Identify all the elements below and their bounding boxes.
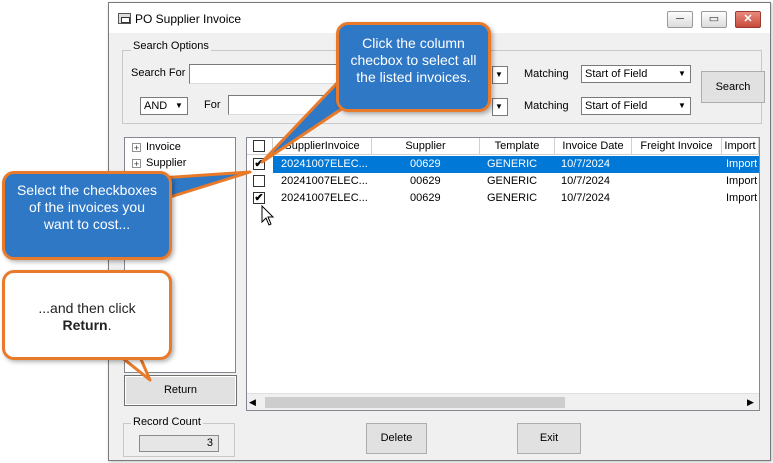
callout-select-checkboxes: Select the checkboxes of the invoices yo…	[2, 171, 172, 260]
callout-column-checkbox: Click the column checbox to select all t…	[336, 22, 491, 112]
callout-return-bold: Return	[62, 317, 108, 333]
callout-return-period: .	[107, 317, 112, 333]
callout-return: ...and then click Return.	[2, 270, 172, 360]
callout-column-checkbox-text: Click the column checbox to select all t…	[350, 35, 477, 85]
pointer-select-checkboxes	[158, 170, 252, 199]
callout-select-checkboxes-text: Select the checkboxes of the invoices yo…	[16, 182, 158, 232]
callout-return-line-1: ...and then click	[38, 300, 136, 316]
